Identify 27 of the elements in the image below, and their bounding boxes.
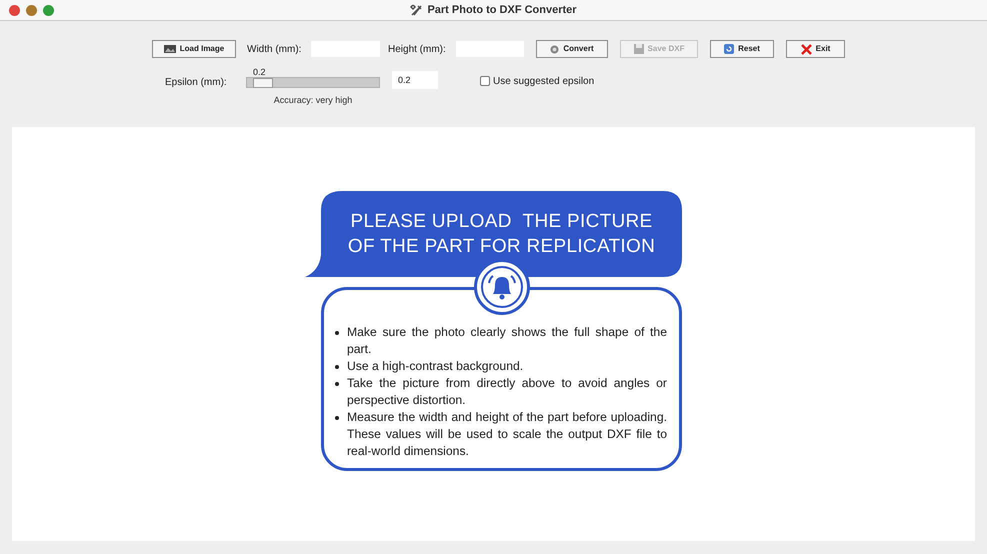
image-icon — [164, 45, 176, 53]
tip-text: Measure the width and height of the part before uploading. These values will be used to scale the output DXF file to real-world dimensions. — [347, 409, 667, 460]
checkbox[interactable] — [480, 76, 490, 86]
field-label: Height (mm): — [388, 42, 447, 56]
accuracy-text: Accuracy: very high — [274, 94, 352, 107]
slider-thumb[interactable] — [252, 78, 273, 88]
checkbox-label: Use suggested epsilon — [493, 74, 594, 88]
field-label: Width (mm): — [247, 42, 302, 56]
bubble-heading: OF THE PART FOR REPLICATION — [348, 235, 656, 259]
toolbar-button[interactable]: Reset — [710, 40, 774, 58]
field-label: Epsilon (mm): — [165, 76, 228, 90]
floppy-icon — [634, 44, 644, 54]
bubble-heading: PLEASE UPLOAD THE PICTURE — [350, 210, 653, 234]
toolbar-button[interactable]: Exit — [786, 40, 845, 58]
window-title: Part Photo to DXF Converter — [427, 3, 577, 18]
slider-track[interactable] — [246, 77, 380, 88]
close-icon — [800, 44, 812, 54]
slider-reading: 0.2 — [252, 67, 266, 77]
gear-icon — [550, 44, 560, 54]
refresh-icon — [724, 44, 734, 54]
toolbar-button[interactable]: Load Image — [152, 40, 236, 58]
tip-text: Make sure the photo clearly shows the full shape of the part. — [347, 324, 667, 358]
tip-text: Take the picture from directly above to avoid angles or perspective distortion. — [347, 375, 667, 409]
tip-text: Use a high-contrast background. — [347, 358, 524, 375]
tools-icon — [410, 4, 424, 17]
toolbar-button[interactable]: Convert — [536, 40, 608, 58]
input-field[interactable]: 0.2 — [392, 71, 438, 89]
